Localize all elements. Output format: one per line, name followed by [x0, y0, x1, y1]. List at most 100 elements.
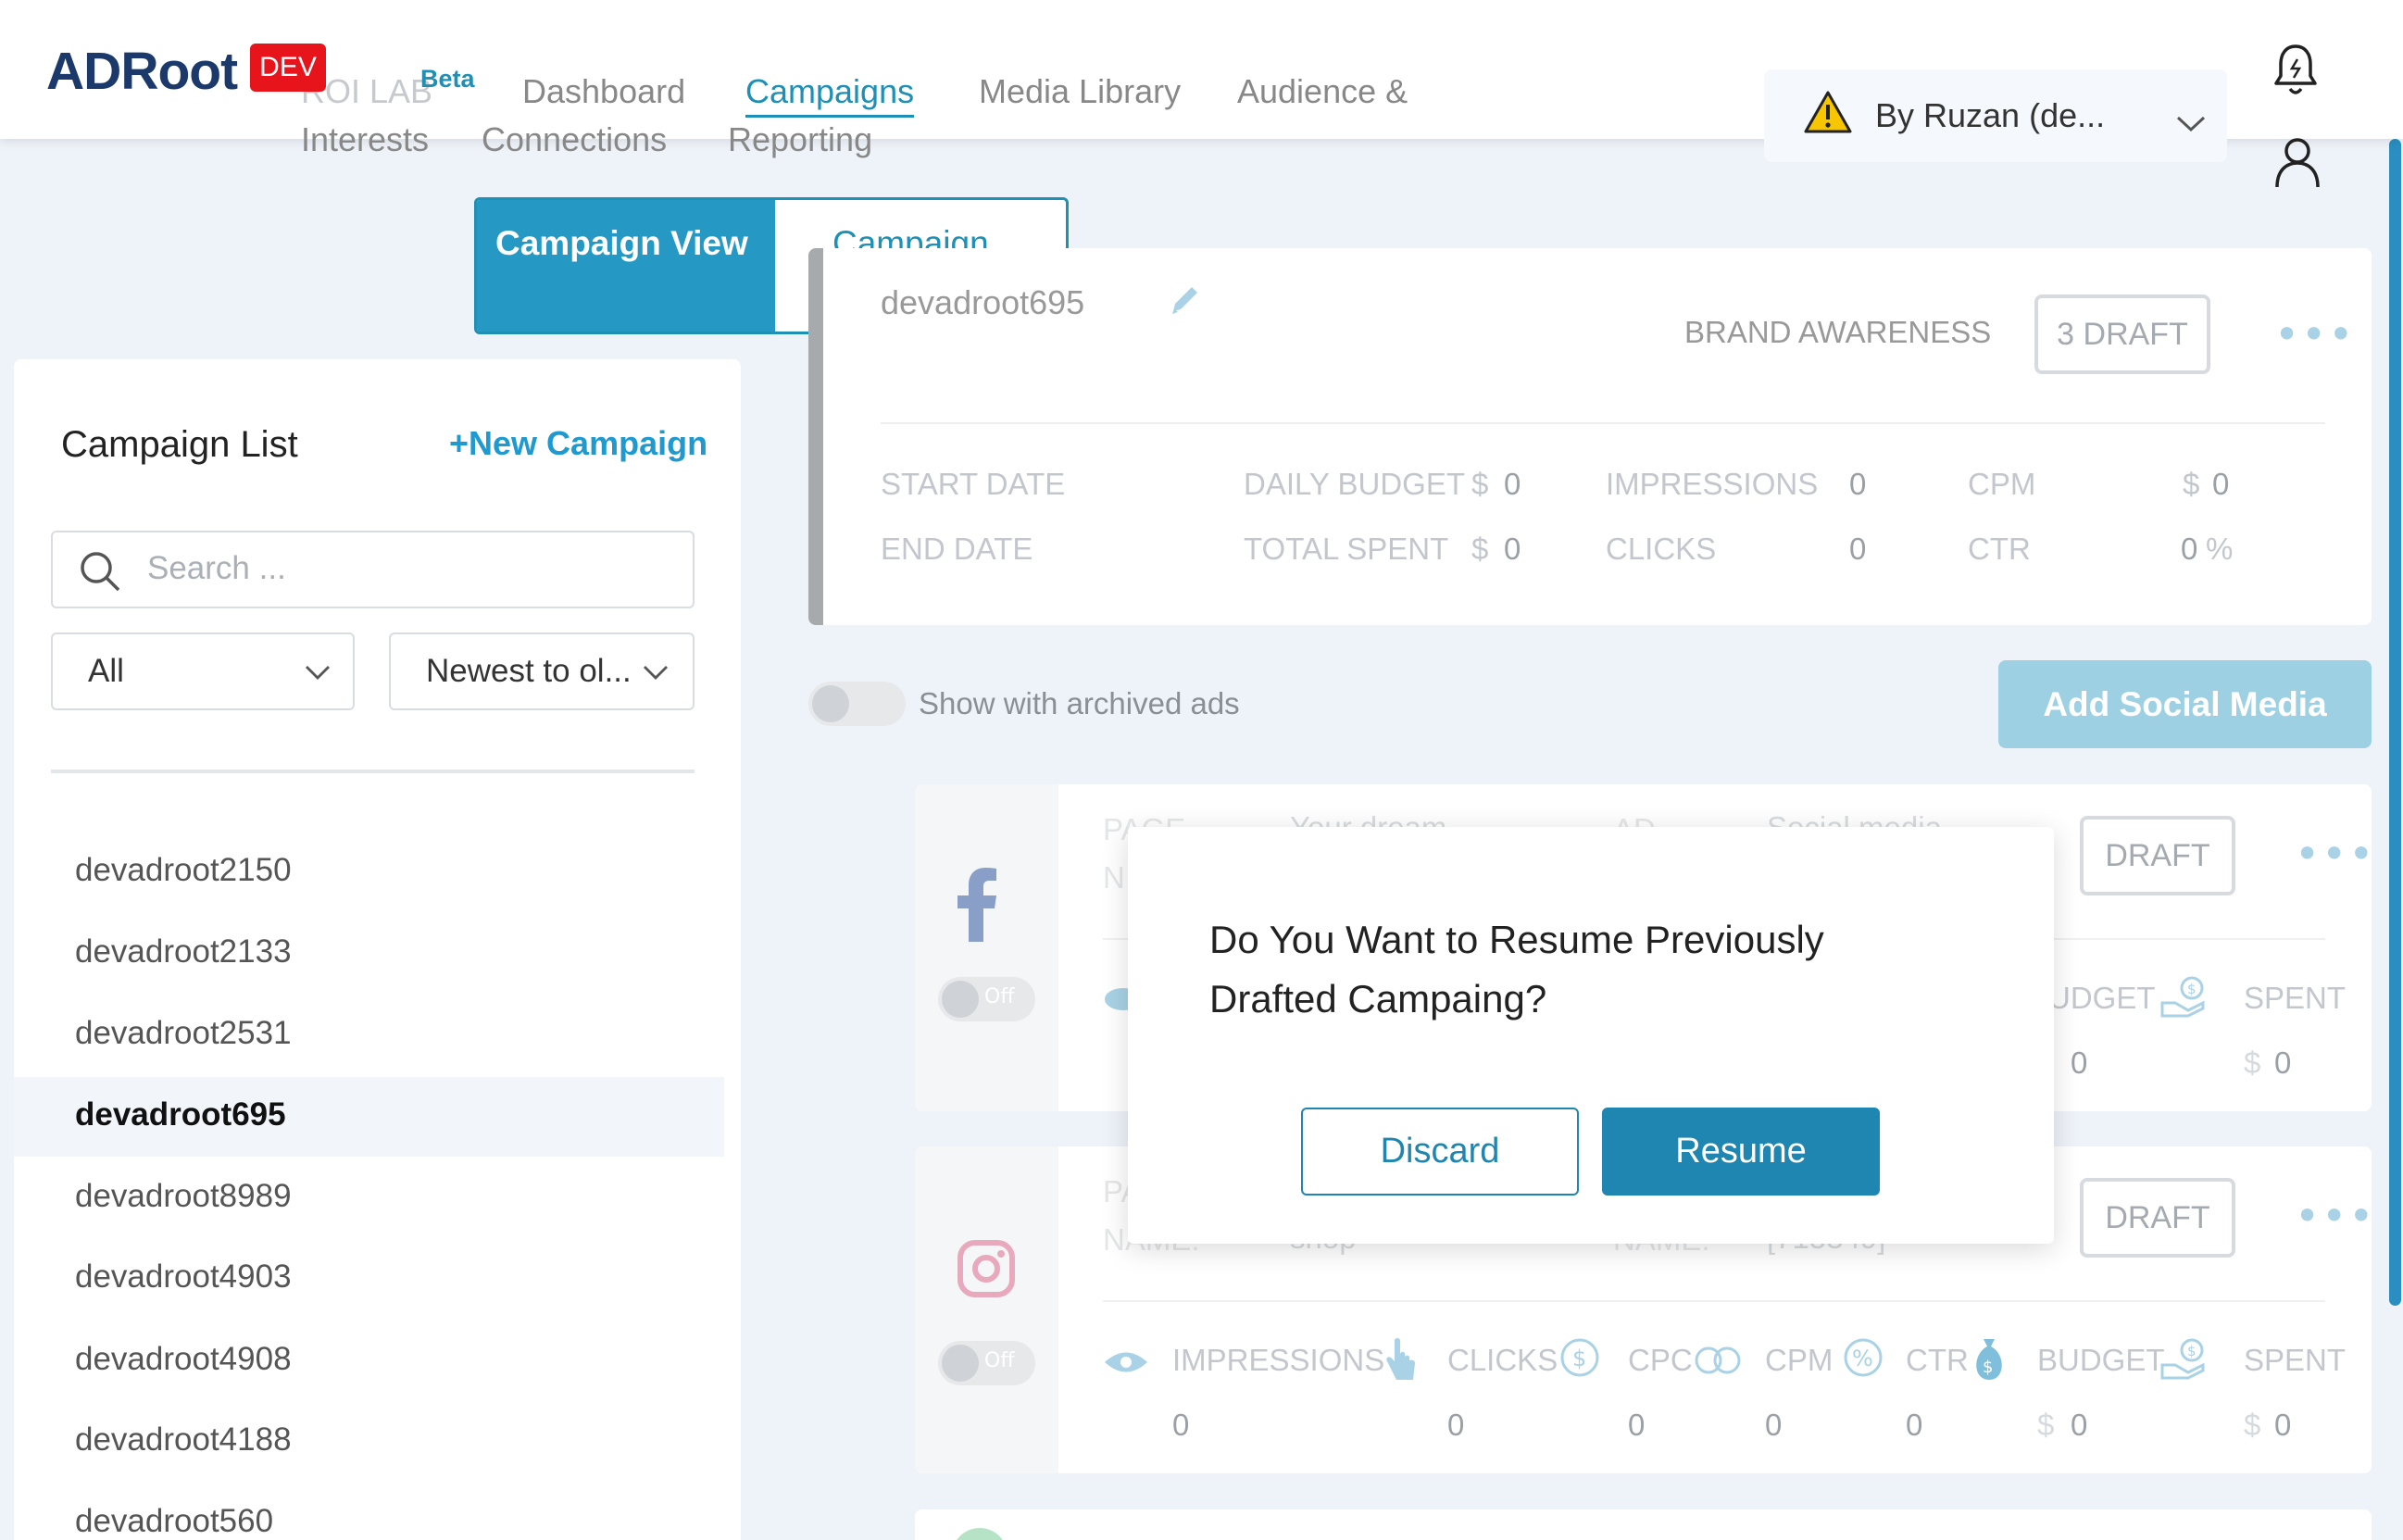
user-profile-icon[interactable]: [2273, 135, 2322, 193]
scrollbar-track[interactable]: [2387, 139, 2403, 1540]
account-selector[interactable]: By Ruzan (de...: [1764, 69, 2227, 162]
sort-order-select[interactable]: Newest to ol...: [389, 632, 695, 710]
resume-button[interactable]: Resume: [1602, 1108, 1880, 1196]
ctr-value: 0: [2181, 532, 2198, 566]
ad-card-platform-column: [915, 784, 1058, 1111]
hand-money-icon: $: [2160, 1337, 2207, 1383]
ad-card-partial: [915, 1509, 2372, 1540]
search-box[interactable]: Search ...: [51, 531, 695, 608]
nav-dashboard[interactable]: Dashboard: [522, 72, 685, 111]
campaign-objective: BRAND AWARENESS: [1684, 315, 1992, 349]
campaign-list-item[interactable]: devadroot2531: [75, 1015, 292, 1052]
more-options-icon[interactable]: •••: [2295, 833, 2375, 875]
tab-campaign-view[interactable]: Campaign View: [477, 200, 775, 332]
notification-bell-icon[interactable]: [2272, 41, 2319, 102]
campaign-list-panel: Campaign List +New Campaign Search ... A…: [14, 359, 741, 1540]
chevron-down-icon: [305, 664, 331, 684]
metric-budget-value: 0: [2071, 1408, 2088, 1442]
campaign-list-item[interactable]: devadroot4903: [75, 1258, 292, 1296]
end-date-label: END DATE: [881, 532, 1033, 566]
archived-ads-label: Show with archived ads: [919, 686, 1240, 720]
campaign-list-item[interactable]: devadroot2133: [75, 933, 292, 970]
instagram-icon: [957, 1239, 1016, 1302]
facebook-icon: [957, 866, 998, 945]
campaign-list-item[interactable]: devadroot4908: [75, 1341, 292, 1378]
nav-connections[interactable]: Connections: [482, 120, 667, 159]
spent-currency: $: [2244, 1045, 2261, 1080]
ctr-unit: %: [2206, 532, 2234, 566]
coins-icon: [1695, 1345, 1741, 1380]
total-spent-value: 0: [1504, 532, 1521, 566]
eye-icon: [1103, 1348, 1149, 1380]
total-spent-currency: $: [1471, 532, 1489, 566]
account-name: By Ruzan (de...: [1875, 96, 2106, 134]
campaign-list-item-selected[interactable]: devadroot695: [75, 1096, 286, 1133]
daily-budget-label: DAILY BUDGET: [1244, 467, 1466, 501]
metric-budget-currency: $: [2037, 1408, 2055, 1442]
edit-pencil-icon[interactable]: [1166, 282, 1203, 322]
status-filter-select[interactable]: All: [51, 632, 355, 710]
metric-cpm-value: 0: [1765, 1408, 1783, 1442]
nav-campaigns[interactable]: Campaigns: [745, 72, 915, 118]
ad-status-badge[interactable]: DRAFT: [2080, 1178, 2235, 1258]
add-social-media-button[interactable]: Add Social Media: [1998, 660, 2372, 748]
search-input[interactable]: Search ...: [147, 550, 286, 587]
platform-icon: [952, 1528, 1008, 1540]
dev-environment-badge: DEV: [250, 44, 326, 92]
daily-budget-value: 0: [1504, 467, 1521, 501]
nav-interests[interactable]: Interests: [301, 120, 429, 159]
chevron-down-icon: [2175, 103, 2207, 142]
metric-cpc-label: CPC: [1628, 1343, 1693, 1377]
divider: [51, 770, 695, 773]
nav-media-library[interactable]: Media Library: [979, 72, 1181, 111]
new-campaign-button[interactable]: +New Campaign: [449, 424, 707, 463]
campaign-status-badge[interactable]: 3 DRAFT: [2034, 294, 2210, 374]
more-options-icon[interactable]: •••: [2295, 1195, 2375, 1237]
campaign-list-item[interactable]: devadroot4188: [75, 1421, 292, 1459]
total-spent-label: TOTAL SPENT: [1244, 532, 1449, 566]
cpm-value: 0: [2212, 467, 2230, 501]
campaign-list-item[interactable]: devadroot2150: [75, 852, 292, 889]
impressions-label: IMPRESSIONS: [1606, 467, 1819, 501]
dialog-message-line1: Do You Want to Resume Previously: [1209, 918, 1824, 961]
campaign-list-item[interactable]: devadroot8989: [75, 1178, 292, 1215]
cpm-currency: $: [2183, 467, 2200, 501]
budget-value: 0: [2071, 1045, 2088, 1080]
dollar-coin-icon: $: [1558, 1337, 1604, 1387]
start-date-label: START DATE: [881, 467, 1066, 501]
top-navigation-bar: ADRoot DEV ROI LAB Beta Dashboard Campai…: [0, 0, 2403, 188]
nav-audience-interests[interactable]: Audience &: [1237, 72, 1408, 111]
beta-badge: Beta: [420, 65, 475, 93]
metric-clicks-value: 0: [1447, 1408, 1465, 1442]
clicks-value: 0: [1849, 532, 1867, 566]
metric-clicks-label: CLICKS: [1447, 1343, 1558, 1377]
spent-label: SPENT: [2244, 981, 2347, 1015]
metric-impressions-value: 0: [1172, 1408, 1190, 1442]
adroot-logo[interactable]: ADRoot: [46, 41, 238, 102]
more-options-icon[interactable]: •••: [2274, 313, 2355, 356]
scrollbar-thumb[interactable]: [2389, 139, 2401, 1306]
archived-ads-toggle[interactable]: [808, 682, 906, 726]
budget-label: UDGET: [2048, 981, 2156, 1015]
metric-impressions-label: IMPRESSIONS: [1172, 1343, 1385, 1377]
svg-text:$: $: [2187, 981, 2196, 997]
campaign-name: devadroot695: [881, 283, 1085, 321]
ad-status-badge[interactable]: DRAFT: [2080, 816, 2235, 895]
discard-button[interactable]: Discard: [1301, 1108, 1579, 1196]
metric-cpm-label: CPM: [1765, 1343, 1834, 1377]
campaign-list-title: Campaign List: [61, 424, 298, 465]
spent-value: 0: [2274, 1045, 2292, 1080]
percent-coin-icon: %: [1841, 1337, 1887, 1387]
campaign-list-item[interactable]: devadroot560: [75, 1503, 273, 1540]
chevron-down-icon: [643, 664, 669, 684]
nav-reporting[interactable]: Reporting: [728, 120, 872, 159]
ad-toggle[interactable]: Off: [938, 977, 1035, 1021]
ad-toggle[interactable]: Off: [938, 1341, 1035, 1385]
metric-ctr-value: 0: [1906, 1408, 1923, 1442]
metric-budget-label: BUDGET: [2037, 1343, 2165, 1377]
metric-spent-label: SPENT: [2244, 1343, 2347, 1377]
metric-cpc-value: 0: [1628, 1408, 1646, 1442]
svg-text:$: $: [1983, 1358, 1993, 1377]
metric-ctr-label: CTR: [1906, 1343, 1969, 1377]
svg-text:%: %: [1852, 1346, 1873, 1371]
